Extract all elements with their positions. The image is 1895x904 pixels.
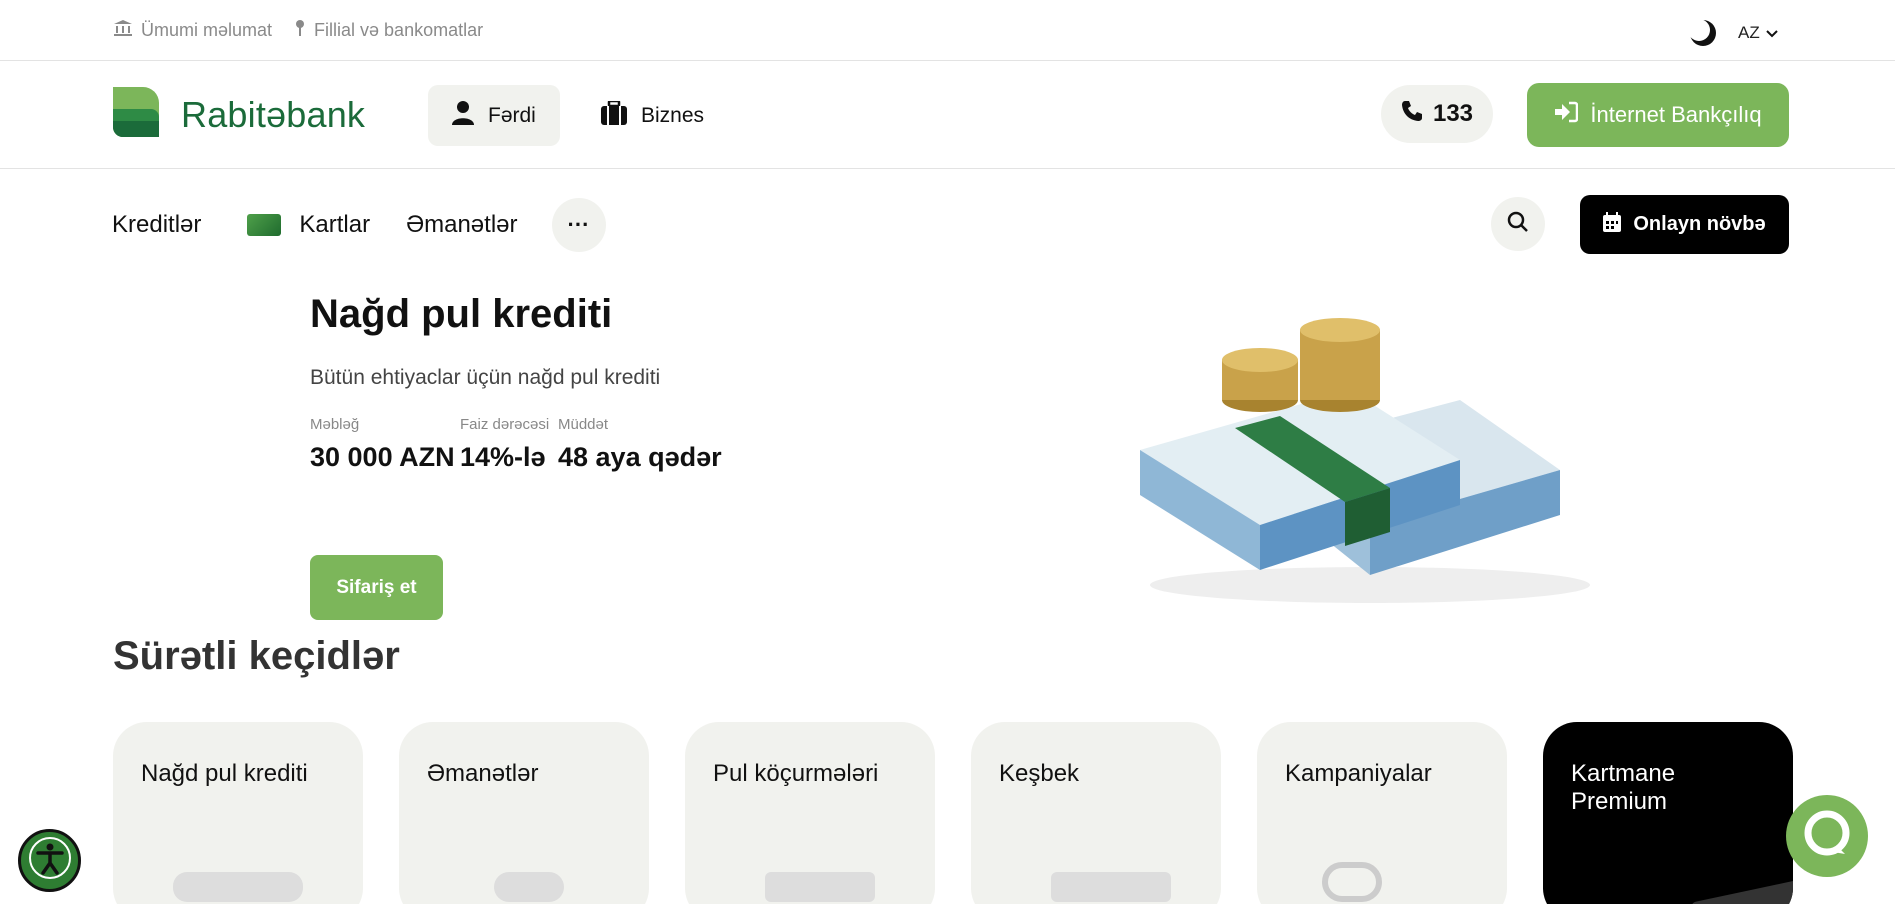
quick-link-label: Əmanətlər	[427, 760, 539, 787]
login-icon	[1554, 101, 1579, 129]
quick-link-label: Kampaniyalar	[1285, 760, 1432, 787]
stat-term-label: Müddət	[558, 416, 609, 433]
nav-kartlar-label: Kartlar	[299, 211, 371, 238]
quick-link-card-deposits[interactable]: Əmanətlər	[399, 722, 649, 904]
user-icon	[452, 100, 474, 131]
card-icon	[247, 214, 282, 236]
accessibility-icon	[28, 836, 72, 885]
more-dots-icon: ···	[567, 212, 590, 237]
quick-links-title: Sürətli keçidlər	[113, 634, 400, 678]
logo[interactable]: Rabitəbank	[113, 87, 365, 142]
quick-link-illustration	[494, 872, 564, 902]
nav-kreditler-label: Kreditlər	[112, 211, 202, 238]
chevron-down-icon	[1766, 23, 1778, 43]
calendar-icon	[1603, 211, 1622, 238]
language-label: AZ	[1738, 23, 1760, 42]
segment-biznes-label: Biznes	[641, 103, 705, 127]
phone-button[interactable]: 133	[1381, 85, 1493, 143]
nav-item-kartlar[interactable]: Kartlar	[247, 211, 370, 239]
location-pin-icon	[294, 19, 306, 42]
branches-atms-label: Fillial və bankomatlar	[314, 20, 484, 40]
quick-link-illustration	[1051, 872, 1171, 902]
quick-link-label: Kartmane Premium	[1571, 760, 1676, 815]
segment-ferdi[interactable]: Fərdi	[428, 85, 560, 146]
briefcase-icon	[601, 99, 627, 131]
chat-bubble-icon	[1799, 806, 1855, 867]
search-icon	[1507, 211, 1529, 238]
main-header: Rabitəbank Fərdi Biznes 133 İnternet Ban…	[0, 61, 1895, 169]
quick-link-card-kartmane-premium[interactable]: Kartmane Premium	[1543, 722, 1793, 904]
accessibility-button[interactable]	[18, 829, 81, 892]
phone-icon	[1401, 100, 1423, 129]
segment-ferdi-label: Fərdi	[488, 103, 536, 127]
quick-link-label: Nağd pul krediti	[141, 760, 308, 787]
internet-banking-button[interactable]: İnternet Bankçılıq	[1527, 83, 1789, 147]
quick-link-label: Keşbek	[999, 760, 1080, 787]
top-right-controls: AZ	[1688, 18, 1778, 48]
premium-card-illustration	[1690, 877, 1793, 904]
nav-item-emanetler[interactable]: Əmanətlər	[406, 211, 517, 239]
top-utility-bar: Ümumi məlumat Fillial və bankomatlar AZ	[0, 0, 1895, 61]
order-button[interactable]: Sifariş et	[310, 555, 443, 620]
stat-rate-label: Faiz dərəcəsi	[460, 416, 550, 433]
chat-button[interactable]	[1786, 795, 1868, 877]
stat-amount: Məbləğ 30 000 AZN	[310, 416, 460, 473]
language-selector[interactable]: AZ	[1738, 23, 1778, 43]
search-button[interactable]	[1491, 197, 1545, 251]
quick-link-card-transfers[interactable]: Pul köçurmələri	[685, 722, 935, 904]
cash-and-coins-illustration	[1120, 300, 1600, 610]
nav-emanetler-label: Əmanətlər	[406, 211, 518, 238]
branches-atms-link[interactable]: Fillial və bankomatlar	[294, 19, 483, 42]
stat-amount-label: Məbləğ	[310, 416, 360, 433]
order-button-label: Sifariş et	[336, 576, 417, 598]
hero-subtitle: Bütün ehtiyaclar üçün nağd pul krediti	[310, 366, 661, 389]
quick-link-illustration	[765, 872, 875, 902]
loan-stats: Məbləğ 30 000 AZN Faiz dərəcəsi 14%-lə M…	[310, 416, 738, 473]
logo-text: Rabitəbank	[181, 93, 366, 135]
stat-term: Müddət 48 aya qədər	[558, 416, 738, 473]
quick-link-card-cash-loan[interactable]: Nağd pul krediti	[113, 722, 363, 904]
stat-term-value: 48 aya qədər	[558, 442, 722, 472]
bank-icon	[113, 19, 133, 42]
logo-mark-icon	[113, 87, 159, 142]
quick-link-illustration	[173, 872, 303, 902]
more-menu-button[interactable]: ···	[551, 198, 606, 252]
stat-rate-value: 14%-lə	[460, 442, 546, 472]
phone-number: 133	[1432, 100, 1474, 127]
general-info-link[interactable]: Ümumi məlumat	[113, 19, 272, 42]
stat-amount-value: 30 000 AZN	[310, 442, 455, 472]
stat-rate: Faiz dərəcəsi 14%-lə	[460, 416, 558, 473]
product-nav: Kreditlər Kartlar Əmanətlər ···	[112, 198, 606, 252]
theme-toggle-moon-icon[interactable]	[1688, 18, 1718, 48]
online-queue-label: Onlayn növbə	[1633, 213, 1766, 235]
quick-link-label: Pul köçurmələri	[713, 760, 879, 787]
online-queue-button[interactable]: Onlayn növbə	[1580, 195, 1789, 254]
general-info-label: Ümumi məlumat	[141, 20, 273, 40]
quick-link-illustration	[1322, 862, 1382, 902]
segment-biznes[interactable]: Biznes	[577, 85, 728, 146]
quick-link-card-campaigns[interactable]: Kampaniyalar	[1257, 722, 1507, 904]
nav-item-kreditler[interactable]: Kreditlər	[112, 211, 201, 239]
hero-title: Nağd pul krediti	[310, 292, 613, 336]
internet-banking-label: İnternet Bankçılıq	[1590, 102, 1762, 127]
top-links: Ümumi məlumat Fillial və bankomatlar	[113, 19, 483, 42]
quick-link-card-cashback[interactable]: Keşbek	[971, 722, 1221, 904]
